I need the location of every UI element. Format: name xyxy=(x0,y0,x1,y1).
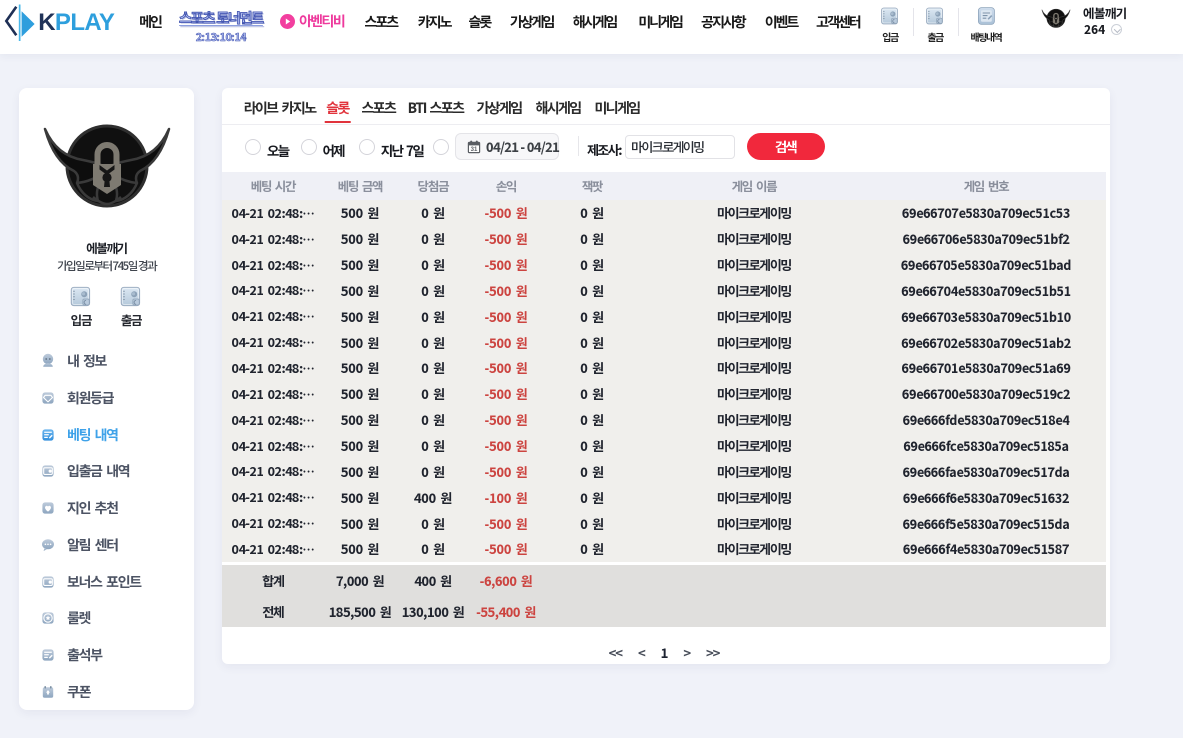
svg-text:31: 31 xyxy=(471,147,478,153)
svg-text:KPLAY: KPLAY xyxy=(38,9,115,36)
